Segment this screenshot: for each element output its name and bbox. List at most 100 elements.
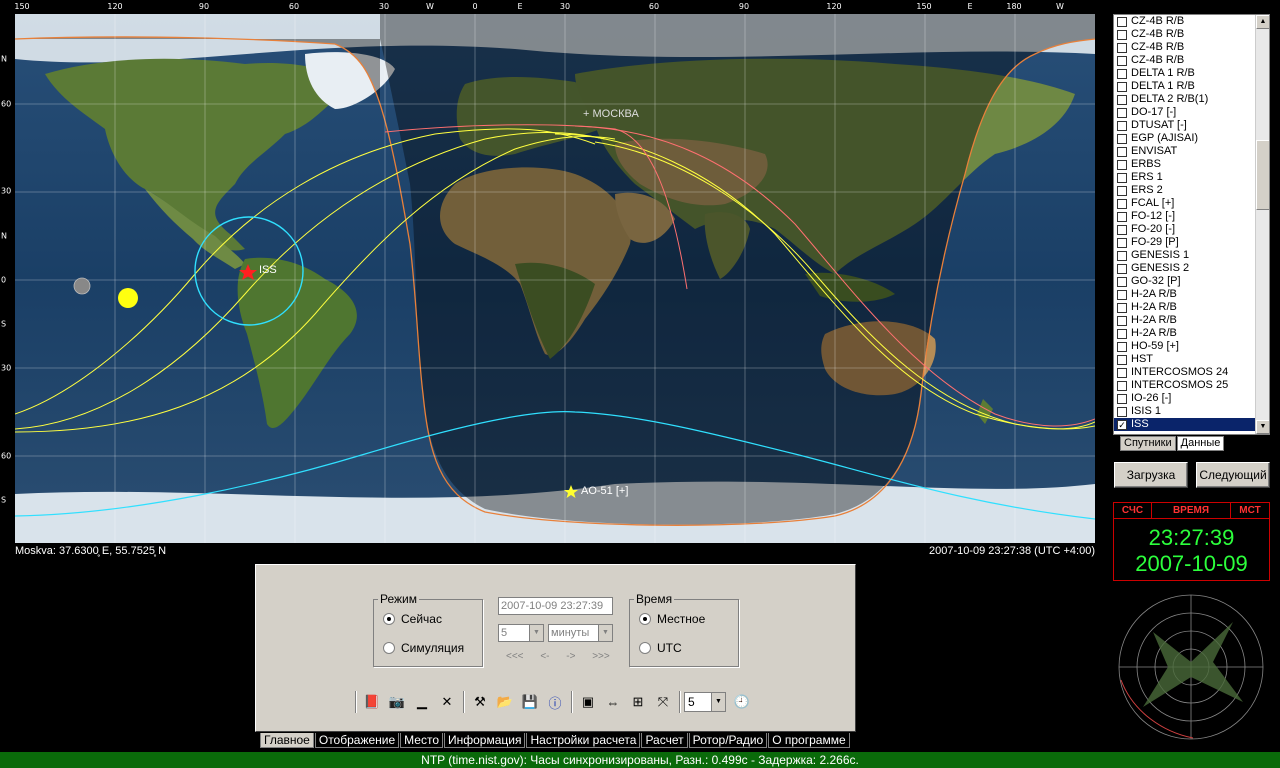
main-tab[interactable]: Информация	[444, 733, 526, 748]
satellite-item[interactable]: H-2A R/B	[1114, 301, 1256, 314]
satellite-item[interactable]: INTERCOSMOS 25	[1114, 379, 1256, 392]
checkbox-icon[interactable]	[1117, 224, 1127, 235]
satellite-item[interactable]: HST	[1114, 353, 1256, 366]
checkbox-icon[interactable]	[1117, 237, 1127, 248]
checkbox-icon[interactable]	[1117, 120, 1127, 131]
satellite-item[interactable]: ERS 2	[1114, 184, 1256, 197]
satellite-item[interactable]: DO-17 [-]	[1114, 106, 1256, 119]
mode-sim-radio[interactable]: Симуляция	[383, 641, 464, 655]
tab-data[interactable]: Данные	[1176, 436, 1225, 451]
satellite-item[interactable]: CZ-4B R/B	[1114, 15, 1256, 28]
main-tab[interactable]: Место	[400, 733, 443, 748]
satellite-item[interactable]: CZ-4B R/B	[1114, 41, 1256, 54]
satellite-item[interactable]: CZ-4B R/B	[1114, 28, 1256, 41]
main-tab[interactable]: О программе	[768, 733, 850, 748]
step-forward-button[interactable]: ->	[566, 651, 575, 662]
satellite-item[interactable]: HO-59 [+]	[1114, 340, 1256, 353]
load-tle-button[interactable]: Загрузка TLE	[1114, 462, 1188, 506]
checkbox-icon[interactable]	[1117, 380, 1127, 391]
fullscreen-icon[interactable]: ⤧	[651, 690, 675, 714]
checkbox-icon[interactable]	[1117, 198, 1127, 209]
satellite-item[interactable]: FO-12 [-]	[1114, 210, 1256, 223]
clock-icon[interactable]: 🕘	[730, 690, 754, 714]
satellite-item[interactable]: INTERCOSMOS 24	[1114, 366, 1256, 379]
satellite-item[interactable]: DELTA 1 R/B	[1114, 80, 1256, 93]
save-icon[interactable]: 💾	[518, 690, 542, 714]
satellite-item[interactable]: DTUSAT [-]	[1114, 119, 1256, 132]
minimize-icon[interactable]: ▁	[410, 690, 434, 714]
main-tab[interactable]: Ротор/Радио	[688, 733, 768, 748]
satellite-item[interactable]: ✓ ISS	[1114, 418, 1256, 431]
ao51-label[interactable]: AO-51 [+]	[581, 485, 628, 497]
satellite-item[interactable]: DELTA 2 R/B(1)	[1114, 93, 1256, 106]
world-map[interactable]: + МОСКВА ISS AO-51 [+]	[15, 14, 1095, 543]
step-forward-fast-button[interactable]: >>>	[592, 651, 610, 662]
unit-combo[interactable]: минуты ▼	[548, 624, 613, 642]
satellite-item[interactable]: ISIS 1	[1114, 405, 1256, 418]
time-utc-radio[interactable]: UTC	[639, 641, 682, 655]
satellite-item[interactable]: DELTA 1 R/B	[1114, 67, 1256, 80]
checkbox-icon[interactable]	[1117, 328, 1127, 339]
satellite-item[interactable]: ENVISAT	[1114, 145, 1256, 158]
mode-now-radio[interactable]: Сейчас	[383, 612, 442, 626]
iss-label[interactable]: ISS	[259, 264, 277, 276]
window-icon[interactable]: ▣	[576, 690, 600, 714]
scroll-thumb[interactable]	[1256, 140, 1269, 210]
checkbox-icon[interactable]	[1117, 315, 1127, 326]
satellite-item[interactable]: GENESIS 1	[1114, 249, 1256, 262]
scroll-down-icon[interactable]: ▼	[1256, 420, 1269, 434]
checkbox-checked-icon[interactable]: ✓	[1117, 419, 1127, 430]
checkbox-icon[interactable]	[1117, 211, 1127, 222]
satellite-item[interactable]: H-2A R/B	[1114, 314, 1256, 327]
open-folder-icon[interactable]: 📂	[493, 690, 517, 714]
next-button[interactable]: Следующий	[1196, 462, 1270, 488]
checkbox-icon[interactable]	[1117, 289, 1127, 300]
satellite-item[interactable]: FO-20 [-]	[1114, 223, 1256, 236]
close-icon[interactable]: ✕	[435, 690, 459, 714]
checkbox-icon[interactable]	[1117, 354, 1127, 365]
checkbox-icon[interactable]	[1117, 302, 1127, 313]
satellite-item[interactable]: GENESIS 2	[1114, 262, 1256, 275]
tab-satellites[interactable]: Спутники	[1120, 436, 1176, 451]
checkbox-icon[interactable]	[1117, 133, 1127, 144]
main-tab[interactable]: Настройки расчета	[526, 733, 641, 748]
checkbox-icon[interactable]	[1117, 16, 1127, 27]
main-tab[interactable]: Расчет	[641, 733, 688, 748]
satellite-item[interactable]: IO-26 [-]	[1114, 392, 1256, 405]
datetime-input[interactable]: 2007-10-09 23:27:39	[498, 597, 613, 615]
book-icon[interactable]: 📕	[360, 690, 384, 714]
checkbox-icon[interactable]	[1117, 172, 1127, 183]
checkbox-icon[interactable]	[1117, 185, 1127, 196]
main-tab[interactable]: Главное	[260, 733, 314, 748]
checkbox-icon[interactable]	[1117, 81, 1127, 92]
checkbox-icon[interactable]	[1117, 94, 1127, 105]
satellite-item[interactable]: CZ-4B R/B	[1114, 54, 1256, 67]
checkbox-icon[interactable]	[1117, 55, 1127, 66]
satellite-list[interactable]: CZ-4B R/B CZ-4B R/B CZ-4B R/B CZ-4B R/B DELT…	[1113, 14, 1270, 435]
step-back-button[interactable]: <-	[540, 651, 549, 662]
checkbox-icon[interactable]	[1117, 341, 1127, 352]
checkbox-icon[interactable]	[1117, 159, 1127, 170]
checkbox-icon[interactable]	[1117, 250, 1127, 261]
checkbox-icon[interactable]	[1117, 146, 1127, 157]
satellite-item[interactable]: H-2A R/B	[1114, 327, 1256, 340]
satellite-item[interactable]: ERBS	[1114, 158, 1256, 171]
step-back-fast-button[interactable]: <<<	[506, 651, 524, 662]
main-tab[interactable]: Отображение	[314, 733, 400, 748]
checkbox-icon[interactable]	[1117, 68, 1127, 79]
satellite-item[interactable]: ERS 1	[1114, 171, 1256, 184]
satellite-item[interactable]: FO-29 [P]	[1114, 236, 1256, 249]
time-local-radio[interactable]: Местное	[639, 612, 705, 626]
satellite-item[interactable]: FCAL [+]	[1114, 197, 1256, 210]
tools-icon[interactable]: ⚒	[468, 690, 492, 714]
speed-combo[interactable]: 5 ▼	[684, 692, 726, 712]
scroll-up-icon[interactable]: ▲	[1256, 15, 1269, 29]
info-icon[interactable]: ⓘ	[543, 690, 567, 714]
checkbox-icon[interactable]	[1117, 42, 1127, 53]
checkbox-icon[interactable]	[1117, 107, 1127, 118]
checkbox-icon[interactable]	[1117, 406, 1127, 417]
camera-icon[interactable]: 📷	[385, 690, 409, 714]
step-combo[interactable]: 5 ▼	[498, 624, 544, 642]
checkbox-icon[interactable]	[1117, 263, 1127, 274]
grid-icon[interactable]: ⊞	[626, 690, 650, 714]
